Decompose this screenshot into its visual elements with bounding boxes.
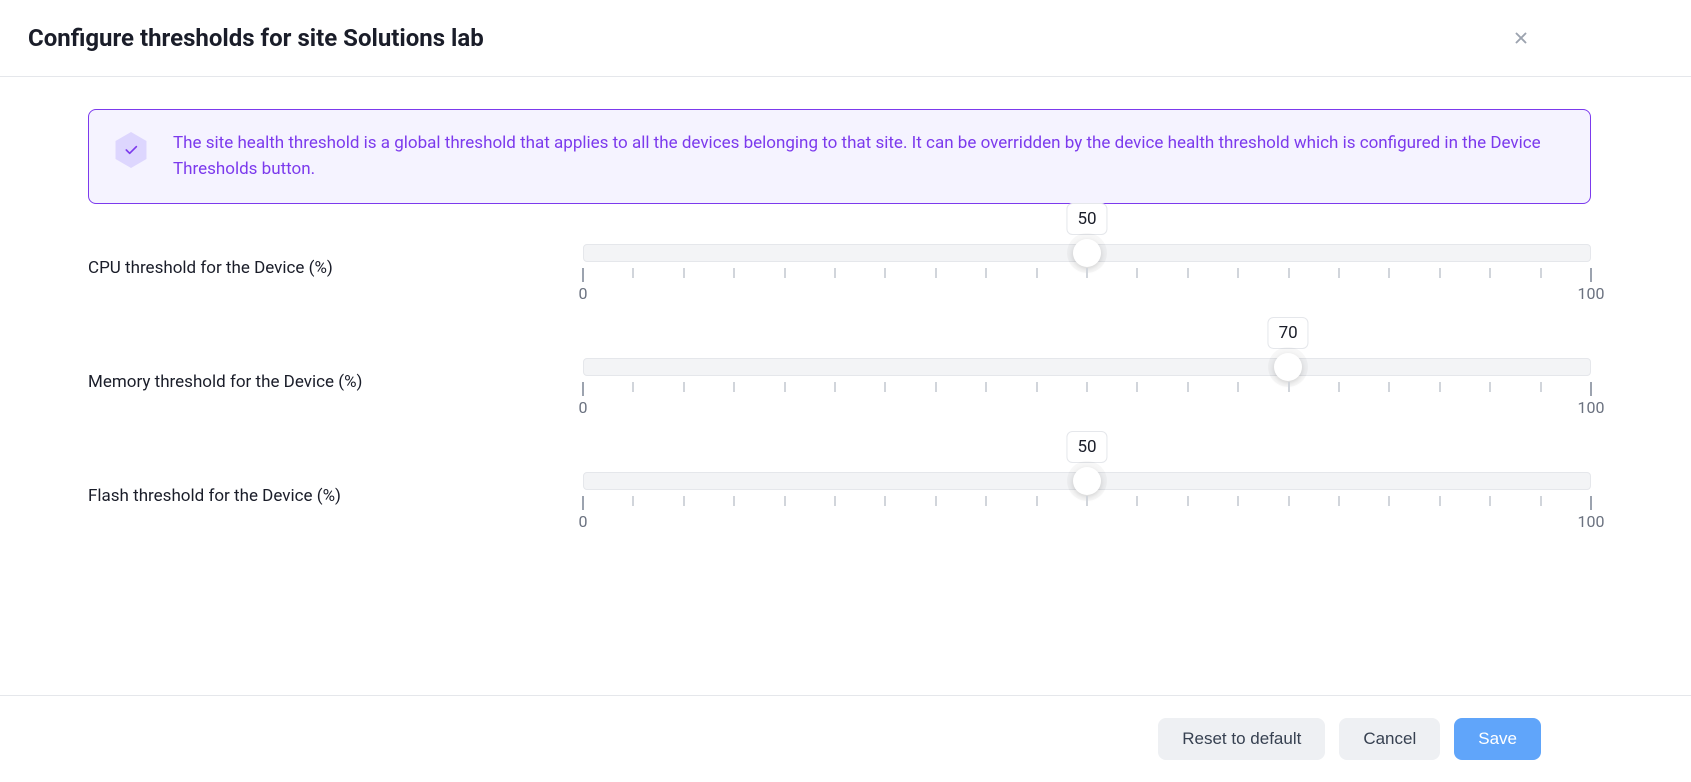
shield-check-icon bbox=[113, 132, 149, 168]
cpu-threshold-row: CPU threshold for the Device (%) 50 0100 bbox=[88, 236, 1591, 290]
cpu-threshold-label: CPU threshold for the Device (%) bbox=[88, 248, 583, 278]
flash-slider-value: 50 bbox=[1066, 431, 1107, 463]
flash-threshold-row: Flash threshold for the Device (%) 50 01… bbox=[88, 464, 1591, 518]
cpu-threshold-slider[interactable]: 50 0100 bbox=[583, 236, 1591, 290]
cancel-button[interactable]: Cancel bbox=[1339, 718, 1440, 760]
flash-slider-ticks: 0100 bbox=[583, 496, 1591, 518]
cpu-slider-thumb[interactable] bbox=[1073, 239, 1101, 267]
memory-slider-value: 70 bbox=[1268, 317, 1309, 349]
reset-to-default-button[interactable]: Reset to default bbox=[1158, 718, 1325, 760]
dialog-content: The site health threshold is a global th… bbox=[0, 77, 1691, 518]
memory-threshold-label: Memory threshold for the Device (%) bbox=[88, 362, 583, 392]
dialog-footer: Reset to default Cancel Save bbox=[0, 695, 1691, 782]
close-button[interactable] bbox=[1509, 26, 1533, 50]
flash-threshold-slider[interactable]: 50 0100 bbox=[583, 464, 1591, 518]
cpu-slider-ticks: 0100 bbox=[583, 268, 1591, 290]
memory-slider-ticks: 0100 bbox=[583, 382, 1591, 404]
flash-slider-thumb[interactable] bbox=[1073, 467, 1101, 495]
memory-slider-thumb[interactable] bbox=[1274, 353, 1302, 381]
cpu-slider-value: 50 bbox=[1066, 203, 1107, 235]
close-icon bbox=[1512, 29, 1530, 47]
info-banner: The site health threshold is a global th… bbox=[88, 109, 1591, 204]
save-button[interactable]: Save bbox=[1454, 718, 1541, 760]
flash-threshold-label: Flash threshold for the Device (%) bbox=[88, 476, 583, 506]
memory-threshold-row: Memory threshold for the Device (%) 70 0… bbox=[88, 350, 1591, 404]
dialog-title: Configure thresholds for site Solutions … bbox=[28, 24, 484, 52]
memory-threshold-slider[interactable]: 70 0100 bbox=[583, 350, 1591, 404]
dialog-header: Configure thresholds for site Solutions … bbox=[0, 0, 1691, 77]
info-text: The site health threshold is a global th… bbox=[173, 130, 1566, 183]
